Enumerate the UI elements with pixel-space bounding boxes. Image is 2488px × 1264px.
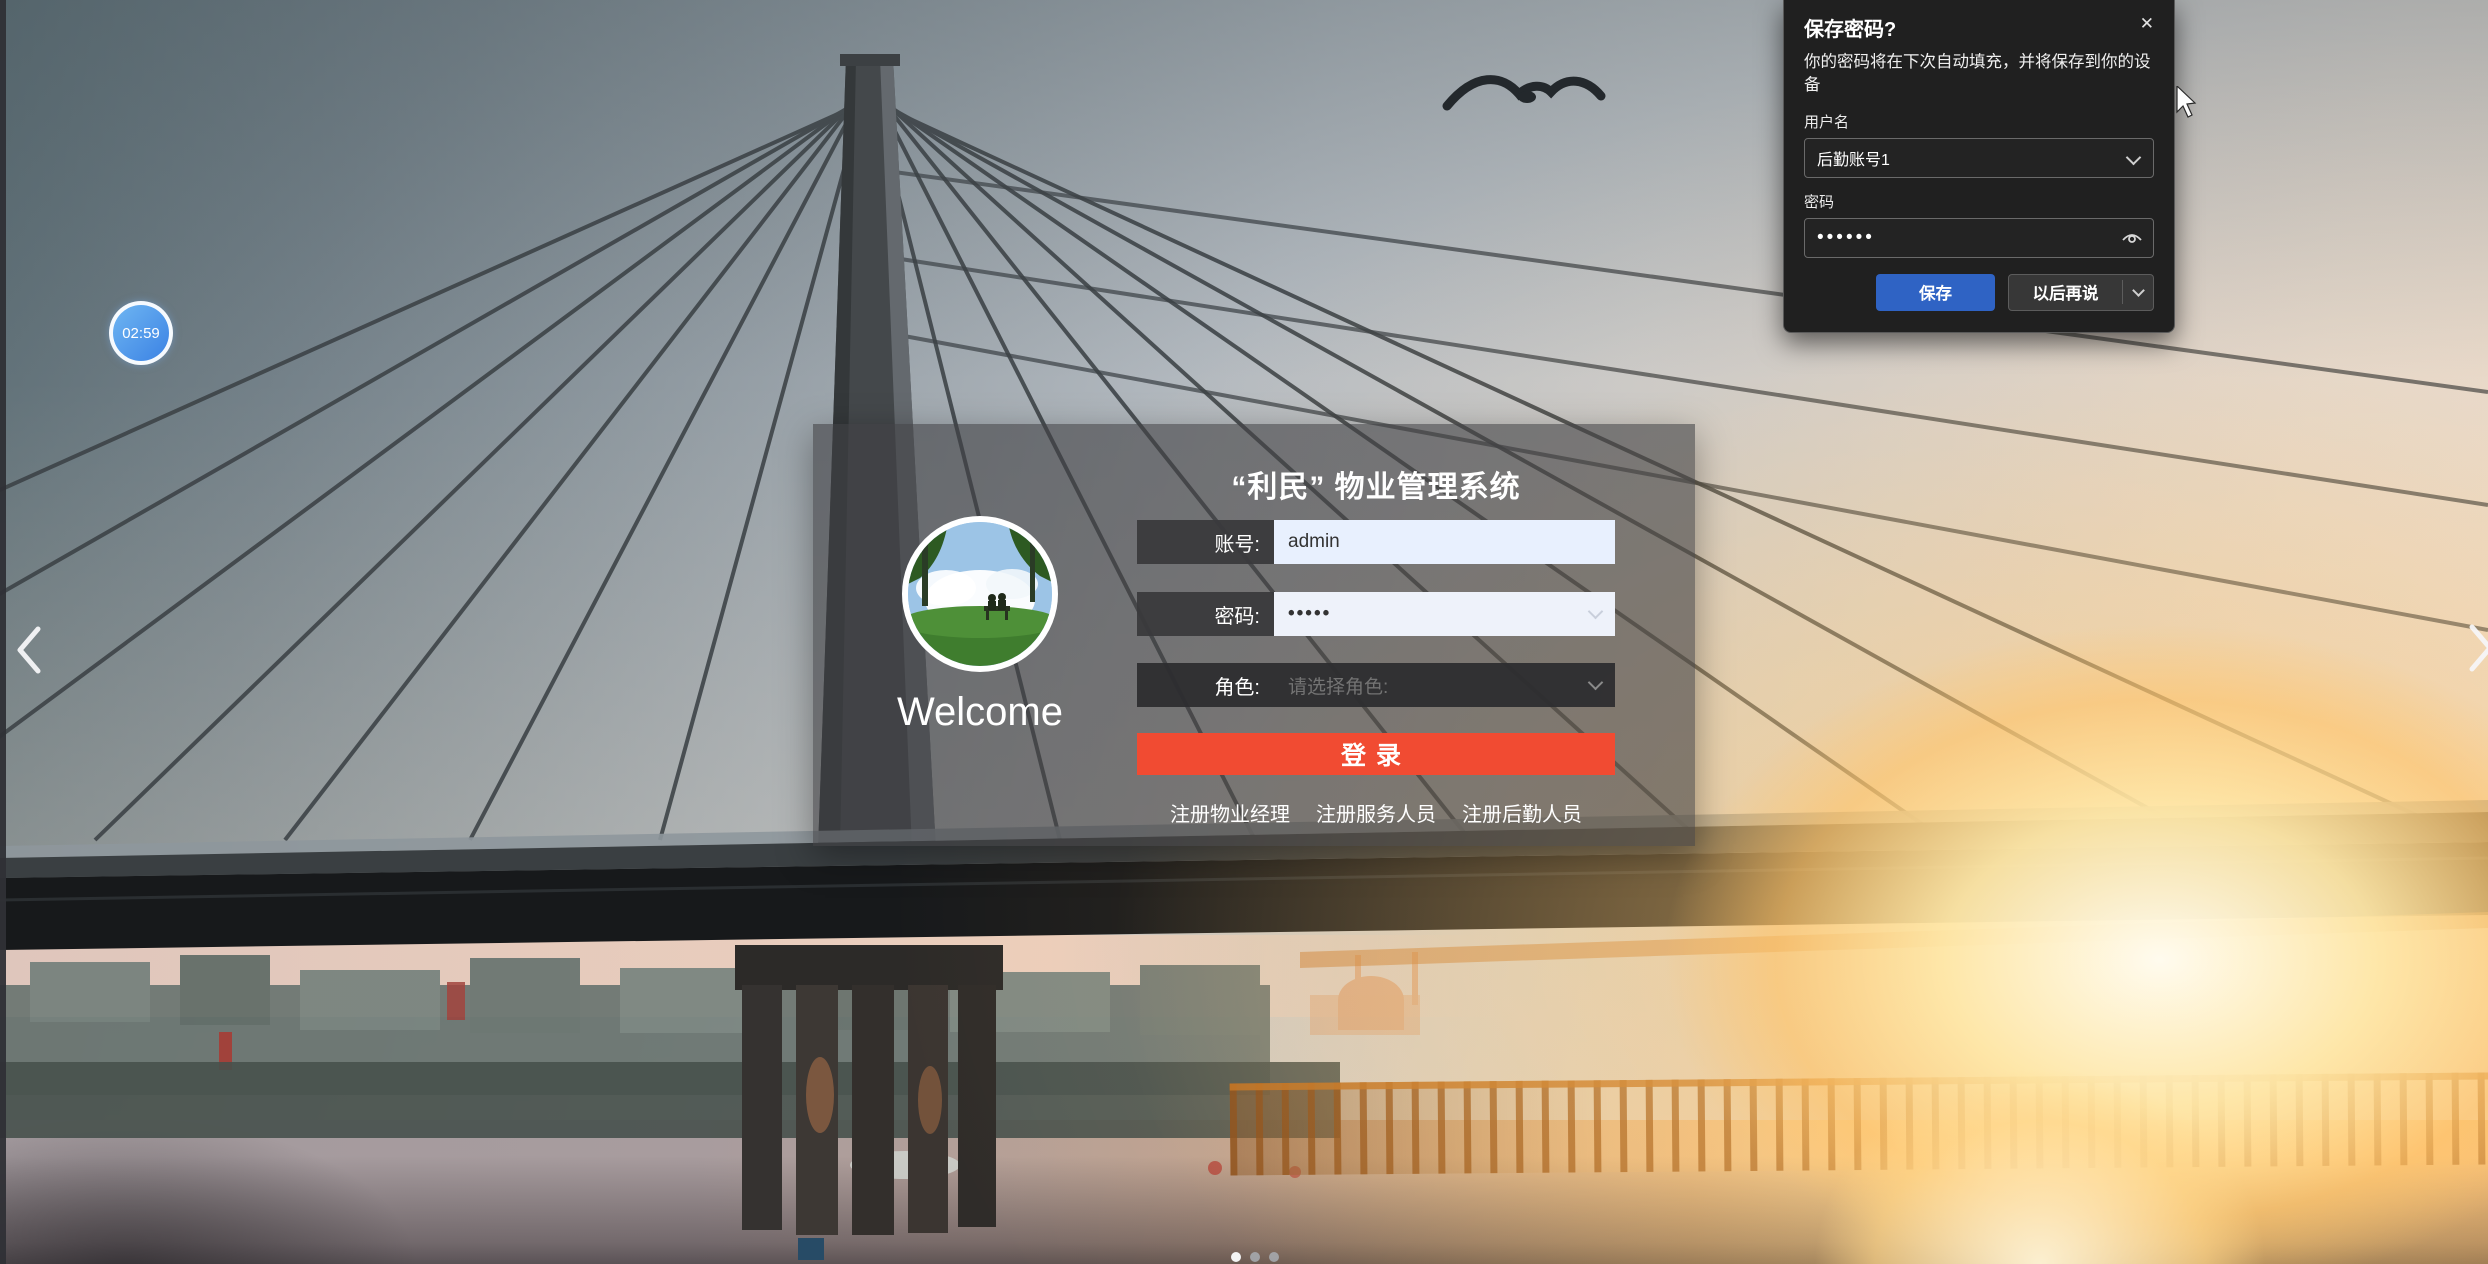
dialog-password-label: 密码 [1804, 191, 2154, 212]
countdown-timer-badge: 02:59 [109, 301, 173, 365]
chevron-right-icon [2462, 613, 2488, 683]
carousel-dot-3[interactable] [1269, 1252, 1279, 1262]
username-select[interactable]: 后勤账号1 [1804, 138, 2154, 178]
dialog-title: 保存密码? [1804, 13, 2154, 42]
page-title: “利民” 物业管理系统 [1137, 462, 1615, 506]
register-links: 注册物业经理 注册服务人员 注册后勤人员 [1137, 798, 1615, 827]
register-service-link[interactable]: 注册服务人员 [1316, 798, 1436, 827]
bridge-pier [735, 945, 1003, 1260]
eye-icon[interactable] [2121, 229, 2143, 252]
save-password-dialog: 保存密码? ✕ 你的密码将在下次自动填充，并将保存到你的设备 用户名 后勤账号1… [1783, 0, 2175, 333]
username-label: 用户名 [1804, 111, 2154, 132]
never-save-label: 以后再说 [2009, 280, 2122, 304]
chevron-down-icon[interactable] [1588, 675, 1604, 691]
chevron-down-icon [2126, 150, 2142, 166]
avatar-image [908, 522, 1052, 666]
close-icon[interactable]: ✕ [2136, 10, 2158, 38]
username-value: 后勤账号1 [1817, 146, 1890, 170]
carousel-dot-2[interactable] [1250, 1252, 1260, 1262]
password-label: 密码: [1137, 592, 1274, 636]
carousel-dots [1231, 1252, 1279, 1262]
left-edge-strip [0, 0, 6, 1264]
save-button[interactable]: 保存 [1876, 274, 1995, 311]
lower-bridge-railing [1230, 1073, 2488, 1176]
account-row: 账号: [1137, 520, 1615, 564]
screen: 02:59 “利民” 物业管理系统 [0, 0, 2488, 1264]
login-panel: “利民” 物业管理系统 Welcom [813, 424, 1695, 846]
login-button[interactable]: 登录 [1137, 733, 1615, 775]
dialog-body-text: 你的密码将在下次自动填充，并将保存到你的设备 [1804, 51, 2158, 98]
carousel-next-button[interactable] [2462, 613, 2488, 683]
chevron-down-icon[interactable] [2132, 284, 2145, 297]
carousel-dot-1[interactable] [1231, 1252, 1241, 1262]
account-label: 账号: [1137, 520, 1274, 564]
role-row[interactable]: 角色: 请选择角色: [1137, 663, 1615, 707]
shoreline [0, 1062, 1340, 1138]
dialog-password-value: •••••• [1817, 227, 1875, 249]
password-row: 密码: [1137, 592, 1615, 636]
role-label: 角色: [1137, 663, 1274, 707]
welcome-text: Welcome [830, 690, 1130, 735]
never-save-split-button[interactable]: 以后再说 [2008, 274, 2154, 311]
dialog-password-field[interactable]: •••••• [1804, 218, 2154, 258]
register-logistics-link[interactable]: 注册后勤人员 [1462, 798, 1582, 827]
countdown-value: 02:59 [122, 325, 160, 342]
carousel-prev-button[interactable] [10, 615, 50, 685]
chevron-left-icon [10, 615, 50, 685]
bird-silhouette [1447, 80, 1601, 106]
password-input[interactable] [1274, 592, 1615, 636]
account-input[interactable] [1274, 520, 1615, 564]
register-manager-link[interactable]: 注册物业经理 [1170, 798, 1290, 827]
role-placeholder: 请选择角色: [1288, 672, 1388, 699]
avatar [902, 516, 1058, 672]
